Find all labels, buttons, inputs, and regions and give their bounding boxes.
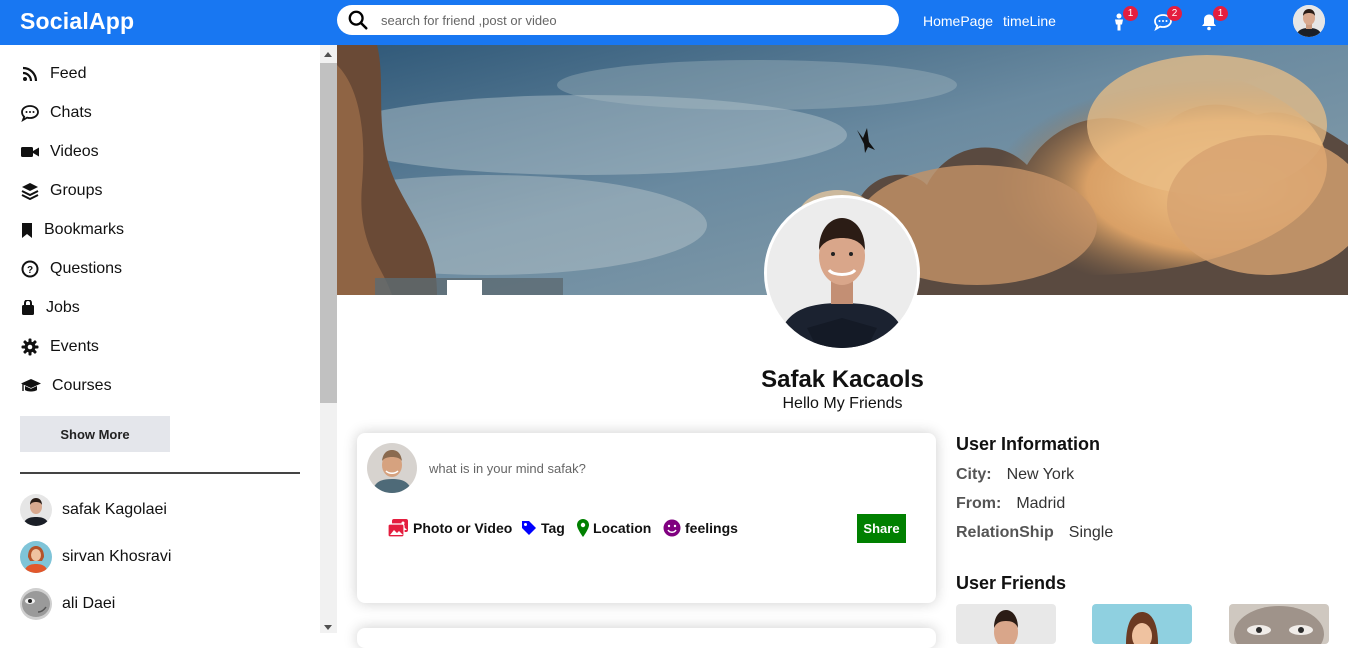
- feelings-label: feelings: [685, 520, 738, 536]
- photo-video-option[interactable]: Photo or Video: [387, 516, 512, 540]
- info-value: New York: [1006, 466, 1075, 483]
- profile-name: Safak Kacaols: [761, 366, 924, 393]
- share-button[interactable]: Share: [857, 514, 906, 543]
- question-icon: ?: [20, 259, 40, 279]
- homepage-link[interactable]: HomePage: [923, 13, 993, 29]
- video-icon: [20, 142, 40, 162]
- sidebar-item-label: Events: [50, 338, 99, 355]
- sidebar-item-label: Chats: [50, 104, 92, 121]
- sidebar-item-label: Groups: [50, 182, 103, 199]
- friend-list-item[interactable]: ali Daei: [20, 588, 115, 620]
- show-more-button[interactable]: Show More: [20, 416, 170, 452]
- avatar: [20, 588, 52, 620]
- tag-icon: [522, 521, 536, 535]
- profile-picture[interactable]: [764, 195, 920, 351]
- friend-list-item[interactable]: sirvan Khosravi: [20, 541, 171, 573]
- layers-icon: [20, 181, 40, 201]
- sidebar-item-events[interactable]: Events: [20, 335, 99, 359]
- share-post-card: Photo or Video Tag Location feelings Sha…: [357, 433, 936, 603]
- sidebar-item-questions[interactable]: ? Questions: [20, 257, 122, 281]
- sidebar-item-label: Questions: [50, 260, 123, 277]
- friend-requests-badge: 1: [1123, 6, 1138, 21]
- sidebar-scrollbar[interactable]: [320, 45, 337, 633]
- search-bar[interactable]: [337, 5, 899, 35]
- user-information-title: User Information: [956, 434, 1101, 454]
- sidebar-item-bookmarks[interactable]: Bookmarks: [20, 218, 124, 242]
- top-bar: SocialApp HomePage timeLine 1 2 1: [0, 0, 1348, 45]
- info-key: RelationShip: [956, 524, 1054, 541]
- sidebar-item-feed[interactable]: Feed: [20, 62, 86, 86]
- bookmark-icon: [20, 220, 34, 240]
- friend-list-item[interactable]: safak Kagolaei: [20, 494, 167, 526]
- info-value: Madrid: [1016, 495, 1066, 512]
- sidebar-item-label: Feed: [50, 65, 87, 82]
- app-logo[interactable]: SocialApp: [20, 8, 134, 35]
- friend-name: sirvan Khosravi: [62, 548, 172, 565]
- sidebar-item-videos[interactable]: Videos: [20, 140, 99, 164]
- messages-badge: 2: [1167, 6, 1182, 21]
- tag-label: Tag: [541, 520, 565, 536]
- smiley-icon: [663, 519, 681, 537]
- sidebar-item-courses[interactable]: Courses: [20, 374, 112, 398]
- avatar: [20, 541, 52, 573]
- friend-name: safak Kagolaei: [62, 501, 167, 518]
- post-card: [357, 628, 936, 648]
- info-row-relationship: RelationShip Single: [956, 524, 1113, 542]
- photo-icon: [387, 519, 408, 538]
- info-key: From:: [956, 495, 1002, 512]
- notifications-button[interactable]: 1: [1198, 6, 1228, 33]
- location-option[interactable]: Location: [577, 516, 651, 540]
- info-row-from: From: Madrid: [956, 495, 1065, 513]
- sidebar-item-label: Videos: [50, 143, 99, 160]
- share-post-input[interactable]: [429, 461, 879, 476]
- user-friends-title: User Friends: [956, 573, 1067, 593]
- current-user-avatar[interactable]: [1293, 5, 1325, 37]
- search-input[interactable]: [381, 12, 861, 28]
- chat-icon: [20, 103, 40, 123]
- info-value: Single: [1068, 524, 1114, 541]
- sidebar-divider: [20, 472, 300, 474]
- avatar: [20, 494, 52, 526]
- user-friend-thumbnail[interactable]: [956, 604, 1056, 644]
- scroll-down-arrow[interactable]: [324, 625, 332, 630]
- top-nav-links: HomePage timeLine: [923, 13, 1056, 29]
- graduation-cap-icon: [20, 376, 42, 396]
- sidebar-item-label: Courses: [52, 377, 112, 394]
- rss-icon: [20, 64, 40, 84]
- sidebar-item-label: Bookmarks: [44, 221, 125, 238]
- friend-requests-button[interactable]: 1: [1108, 6, 1138, 33]
- friend-name: ali Daei: [62, 595, 116, 612]
- timeline-link[interactable]: timeLine: [1003, 13, 1056, 29]
- tag-option[interactable]: Tag: [521, 516, 565, 540]
- sidebar-item-label: Jobs: [46, 299, 80, 316]
- gear-icon: [20, 337, 40, 357]
- user-friend-thumbnail[interactable]: [1229, 604, 1329, 644]
- svg-text:?: ?: [27, 265, 33, 276]
- scroll-up-arrow[interactable]: [324, 52, 332, 57]
- notifications-badge: 1: [1213, 6, 1228, 21]
- feelings-option[interactable]: feelings: [663, 516, 738, 540]
- sidebar-item-chats[interactable]: Chats: [20, 101, 92, 125]
- info-key: City:: [956, 466, 992, 483]
- avatar: [367, 443, 417, 493]
- briefcase-icon: [20, 298, 36, 318]
- profile-description: Hello My Friends: [782, 395, 903, 412]
- sidebar-item-jobs[interactable]: Jobs: [20, 296, 80, 320]
- location-label: Location: [593, 520, 652, 536]
- search-icon: [348, 10, 368, 30]
- user-friend-thumbnail[interactable]: [1092, 604, 1192, 644]
- sidebar-item-groups[interactable]: Groups: [20, 179, 102, 203]
- left-sidebar: Feed Chats Videos Groups Bookmarks ? Que…: [0, 45, 320, 633]
- messages-button[interactable]: 2: [1152, 6, 1182, 33]
- photo-video-label: Photo or Video: [413, 520, 513, 536]
- location-pin-icon: [577, 519, 589, 537]
- info-row-city: City: New York: [956, 466, 1074, 484]
- scrollbar-thumb[interactable]: [320, 63, 337, 403]
